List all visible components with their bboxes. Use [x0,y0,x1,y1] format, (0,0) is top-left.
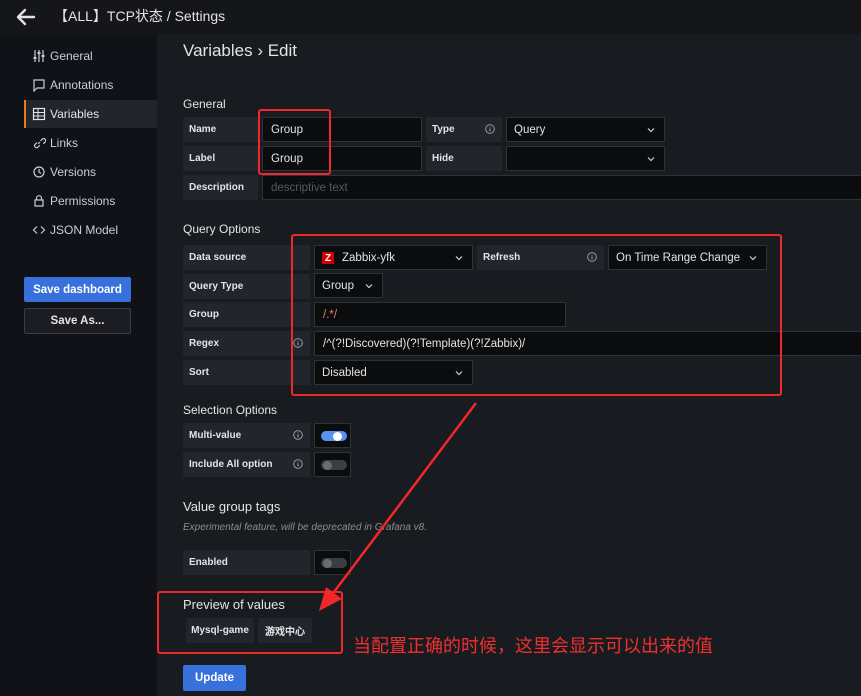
save-dashboard-button[interactable]: Save dashboard [24,277,131,302]
toggle-knob [333,432,342,441]
label-input[interactable]: Group [262,146,422,171]
multi-value-toggle[interactable] [314,423,351,448]
section-title-general: General [183,97,226,111]
type-select-value: Query [514,123,546,136]
multi-value-label-text: Multi-value [189,430,242,441]
query-type-label: Query Type [183,274,310,299]
sidebar-item-label: JSON Model [50,223,119,237]
save-as-button[interactable]: Save As... [24,308,131,334]
lock-icon [34,195,44,207]
datasource-label: Data source [183,245,310,270]
section-title-query-options: Query Options [183,222,261,236]
info-icon[interactable] [587,252,597,262]
variables-icon [32,107,46,121]
toggle-knob [323,559,332,568]
page-title: Variables › Edit [183,41,298,60]
datasource-select-value: Zabbix-yfk [342,251,396,264]
sidebar-item-label: Versions [50,165,97,179]
group-label: Group [183,302,310,327]
link-icon [34,138,46,149]
regex-input[interactable]: /^(?!Discovered)(?!Template)(?!Zabbix)/ [314,331,861,356]
type-select[interactable]: Query [506,117,665,142]
regex-label-text: Regex [189,338,220,349]
sidebar-item-annotations[interactable]: Annotations [24,71,157,99]
include-all-label-text: Include All option [189,459,273,470]
top-bar: 【ALL】TCP状态 / Settings [0,0,861,35]
enabled-label: Enabled [183,550,310,575]
sidebar-item-label: Variables [50,107,100,121]
refresh-select-value: On Time Range Change [616,251,741,264]
sidebar-item-label: Links [50,136,79,150]
refresh-label: Refresh [477,245,604,270]
chevron-down-icon [455,371,463,376]
update-button[interactable]: Update [183,665,246,691]
chevron-down-icon [647,128,655,133]
sidebar-item-links[interactable]: Links [24,129,157,157]
hide-label: Hide [426,146,502,171]
sidebar-item-label: General [50,49,93,63]
description-label: Description [183,175,258,200]
section-title-value-group-tags: Value group tags [183,499,281,514]
info-icon[interactable] [293,430,303,440]
preview-value: 游戏中心 [258,618,312,643]
sort-label: Sort [183,360,310,385]
chevron-down-icon [749,256,757,261]
arrow-left-icon[interactable] [14,5,38,29]
code-icon [32,226,46,234]
info-icon[interactable] [293,338,303,348]
info-icon[interactable] [293,459,303,469]
label-label: Label [183,146,258,171]
name-input[interactable]: Group [262,117,422,142]
type-label: Type [426,117,502,142]
sidebar-item-variables[interactable]: Variables [24,100,157,128]
dashboard-title[interactable]: 【ALL】TCP状态 / Settings [54,6,225,26]
type-label-text: Type [432,124,455,135]
preview-value: Mysql-game [186,618,254,643]
group-input[interactable]: /.*/ [314,302,566,327]
sort-select[interactable]: Disabled [314,360,473,385]
multi-value-label: Multi-value [183,423,310,448]
query-type-select[interactable]: Group [314,273,383,298]
description-input[interactable]: descriptive text [262,175,861,200]
chevron-down-icon [455,256,463,261]
sidebar-item-permissions[interactable]: Permissions [24,187,157,215]
name-label: Name [183,117,258,142]
include-all-toggle[interactable] [314,452,351,477]
sort-select-value: Disabled [322,366,367,379]
regex-label: Regex [183,331,310,356]
sidebar-item-versions[interactable]: Versions [24,158,157,186]
toggle-knob [323,461,332,470]
hide-select[interactable] [506,146,665,171]
sidebar-item-label: Permissions [50,194,116,208]
chevron-down-icon [647,157,655,162]
datasource-select[interactable]: Z Zabbix-yfk [314,245,473,270]
section-title-selection-options: Selection Options [183,403,278,417]
comment-icon [33,79,45,92]
include-all-label: Include All option [183,452,310,477]
annotation-text: 当配置正确的时候，这里会显示可以出来的值 [353,636,713,657]
zabbix-logo-icon: Z [322,252,334,264]
section-title-preview: Preview of values [183,597,285,612]
sliders-icon [33,50,45,62]
refresh-label-text: Refresh [483,252,521,263]
sidebar-item-label: Annotations [50,78,114,92]
info-icon[interactable] [485,124,495,134]
query-type-select-value: Group [322,279,354,292]
refresh-select[interactable]: On Time Range Change [608,245,767,270]
sidebar-item-json-model[interactable]: JSON Model [24,216,157,244]
history-icon [33,166,45,178]
value-group-tags-hint: Experimental feature, will be deprecated… [183,522,428,533]
chevron-down-icon [365,284,373,289]
sidebar-item-general[interactable]: General [24,42,157,70]
enabled-toggle[interactable] [314,550,351,575]
